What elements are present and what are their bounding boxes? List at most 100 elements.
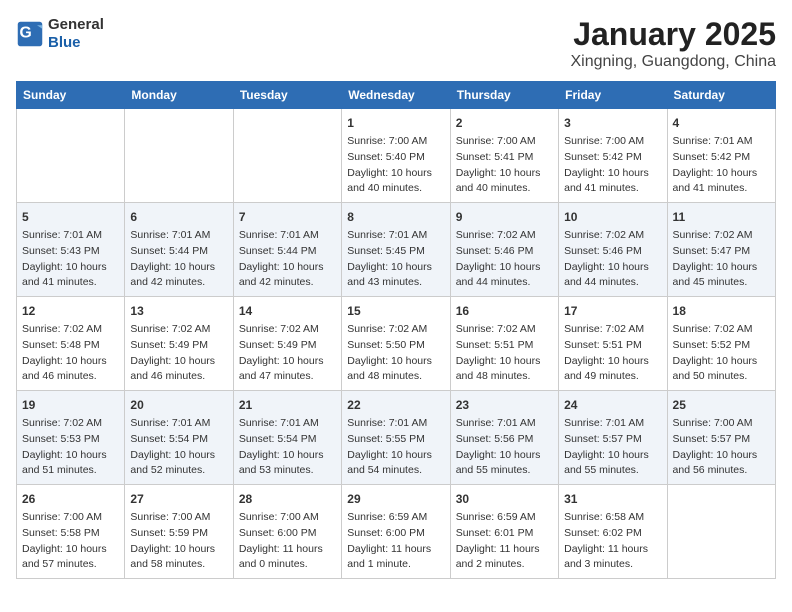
logo-text: General Blue (48, 16, 104, 52)
calendar-body: 1Sunrise: 7:00 AMSunset: 5:40 PMDaylight… (17, 109, 776, 579)
day-info-line: and 47 minutes. (239, 369, 336, 385)
calendar-day-cell: 26Sunrise: 7:00 AMSunset: 5:58 PMDayligh… (17, 485, 125, 579)
day-info-line: Sunset: 5:50 PM (347, 338, 444, 354)
calendar-day-cell: 20Sunrise: 7:01 AMSunset: 5:54 PMDayligh… (125, 391, 233, 485)
day-info-line: Sunset: 5:40 PM (347, 150, 444, 166)
day-info-line: Sunrise: 7:00 AM (456, 134, 553, 150)
day-info-line: Sunrise: 7:01 AM (239, 416, 336, 432)
calendar-day-cell: 29Sunrise: 6:59 AMSunset: 6:00 PMDayligh… (342, 485, 450, 579)
day-number: 29 (347, 490, 444, 508)
day-info-line: and 51 minutes. (22, 463, 119, 479)
day-number: 14 (239, 302, 336, 320)
day-info-line: Sunrise: 7:02 AM (22, 322, 119, 338)
svg-text:G: G (20, 25, 32, 42)
calendar-day-cell: 4Sunrise: 7:01 AMSunset: 5:42 PMDaylight… (667, 109, 775, 203)
calendar-day-cell (233, 109, 341, 203)
day-info-line: and 2 minutes. (456, 557, 553, 573)
calendar-table: SundayMondayTuesdayWednesdayThursdayFrid… (16, 81, 776, 579)
calendar-day-cell: 27Sunrise: 7:00 AMSunset: 5:59 PMDayligh… (125, 485, 233, 579)
day-number: 31 (564, 490, 661, 508)
day-info-line: and 44 minutes. (564, 275, 661, 291)
day-info-line: Daylight: 10 hours (130, 260, 227, 276)
day-info-line: and 46 minutes. (22, 369, 119, 385)
day-info-line: Sunset: 5:51 PM (564, 338, 661, 354)
calendar-day-cell: 12Sunrise: 7:02 AMSunset: 5:48 PMDayligh… (17, 297, 125, 391)
calendar-day-cell: 5Sunrise: 7:01 AMSunset: 5:43 PMDaylight… (17, 203, 125, 297)
calendar-day-cell: 15Sunrise: 7:02 AMSunset: 5:50 PMDayligh… (342, 297, 450, 391)
day-info-line: and 41 minutes. (22, 275, 119, 291)
day-info-line: Sunset: 5:44 PM (130, 244, 227, 260)
calendar-week-row: 12Sunrise: 7:02 AMSunset: 5:48 PMDayligh… (17, 297, 776, 391)
day-of-week-header: Wednesday (342, 82, 450, 109)
day-number: 4 (673, 114, 770, 132)
day-number: 30 (456, 490, 553, 508)
logo-blue: Blue (48, 34, 81, 51)
day-info-line: and 48 minutes. (456, 369, 553, 385)
calendar-day-cell: 2Sunrise: 7:00 AMSunset: 5:41 PMDaylight… (450, 109, 558, 203)
day-info-line: Sunset: 5:59 PM (130, 526, 227, 542)
day-info-line: and 45 minutes. (673, 275, 770, 291)
day-number: 26 (22, 490, 119, 508)
day-info-line: and 3 minutes. (564, 557, 661, 573)
day-info-line: and 40 minutes. (456, 181, 553, 197)
day-info-line: Sunset: 5:46 PM (564, 244, 661, 260)
day-info-line: and 49 minutes. (564, 369, 661, 385)
day-number: 13 (130, 302, 227, 320)
calendar-day-cell: 17Sunrise: 7:02 AMSunset: 5:51 PMDayligh… (559, 297, 667, 391)
day-info-line: Sunset: 5:49 PM (130, 338, 227, 354)
day-info-line: Sunset: 5:49 PM (239, 338, 336, 354)
calendar-week-row: 19Sunrise: 7:02 AMSunset: 5:53 PMDayligh… (17, 391, 776, 485)
day-info-line: and 41 minutes. (564, 181, 661, 197)
day-info-line: Sunset: 5:42 PM (564, 150, 661, 166)
day-number: 16 (456, 302, 553, 320)
day-info-line: Sunrise: 7:02 AM (130, 322, 227, 338)
logo-general: General (48, 16, 104, 33)
day-info-line: and 57 minutes. (22, 557, 119, 573)
day-info-line: and 50 minutes. (673, 369, 770, 385)
calendar-day-cell: 13Sunrise: 7:02 AMSunset: 5:49 PMDayligh… (125, 297, 233, 391)
day-info-line: Daylight: 10 hours (239, 354, 336, 370)
day-info-line: Sunrise: 7:01 AM (130, 416, 227, 432)
day-info-line: Sunrise: 6:59 AM (347, 510, 444, 526)
day-info-line: Daylight: 10 hours (239, 260, 336, 276)
day-info-line: Sunrise: 7:01 AM (239, 228, 336, 244)
day-info-line: Sunset: 6:00 PM (347, 526, 444, 542)
day-info-line: Daylight: 10 hours (22, 260, 119, 276)
day-info-line: and 44 minutes. (456, 275, 553, 291)
day-number: 3 (564, 114, 661, 132)
calendar-day-cell: 9Sunrise: 7:02 AMSunset: 5:46 PMDaylight… (450, 203, 558, 297)
day-number: 21 (239, 396, 336, 414)
day-number: 5 (22, 208, 119, 226)
day-info-line: Sunrise: 7:01 AM (22, 228, 119, 244)
day-info-line: Daylight: 10 hours (347, 166, 444, 182)
day-info-line: Sunrise: 7:02 AM (456, 322, 553, 338)
calendar-week-row: 1Sunrise: 7:00 AMSunset: 5:40 PMDaylight… (17, 109, 776, 203)
day-info-line: Daylight: 10 hours (564, 260, 661, 276)
day-info-line: Sunset: 5:56 PM (456, 432, 553, 448)
day-info-line: Sunset: 5:42 PM (673, 150, 770, 166)
day-of-week-header: Thursday (450, 82, 558, 109)
day-info-line: Daylight: 10 hours (564, 448, 661, 464)
day-info-line: Daylight: 10 hours (347, 354, 444, 370)
calendar-header: SundayMondayTuesdayWednesdayThursdayFrid… (17, 82, 776, 109)
calendar-week-row: 5Sunrise: 7:01 AMSunset: 5:43 PMDaylight… (17, 203, 776, 297)
day-info-line: Sunset: 5:48 PM (22, 338, 119, 354)
calendar-week-row: 26Sunrise: 7:00 AMSunset: 5:58 PMDayligh… (17, 485, 776, 579)
calendar-day-cell: 3Sunrise: 7:00 AMSunset: 5:42 PMDaylight… (559, 109, 667, 203)
day-info-line: Sunset: 5:57 PM (564, 432, 661, 448)
day-info-line: Sunrise: 7:01 AM (130, 228, 227, 244)
day-info-line: Daylight: 11 hours (456, 542, 553, 558)
day-info-line: Daylight: 11 hours (564, 542, 661, 558)
day-info-line: Daylight: 10 hours (564, 354, 661, 370)
calendar-day-cell: 8Sunrise: 7:01 AMSunset: 5:45 PMDaylight… (342, 203, 450, 297)
day-info-line: Sunrise: 7:00 AM (130, 510, 227, 526)
day-info-line: Sunrise: 6:58 AM (564, 510, 661, 526)
day-info-line: Sunset: 5:53 PM (22, 432, 119, 448)
day-info-line: and 58 minutes. (130, 557, 227, 573)
day-info-line: Daylight: 10 hours (456, 166, 553, 182)
day-info-line: Daylight: 10 hours (347, 448, 444, 464)
day-info-line: Sunset: 6:01 PM (456, 526, 553, 542)
day-info-line: Sunrise: 7:00 AM (564, 134, 661, 150)
day-info-line: and 42 minutes. (130, 275, 227, 291)
day-info-line: Daylight: 10 hours (673, 260, 770, 276)
